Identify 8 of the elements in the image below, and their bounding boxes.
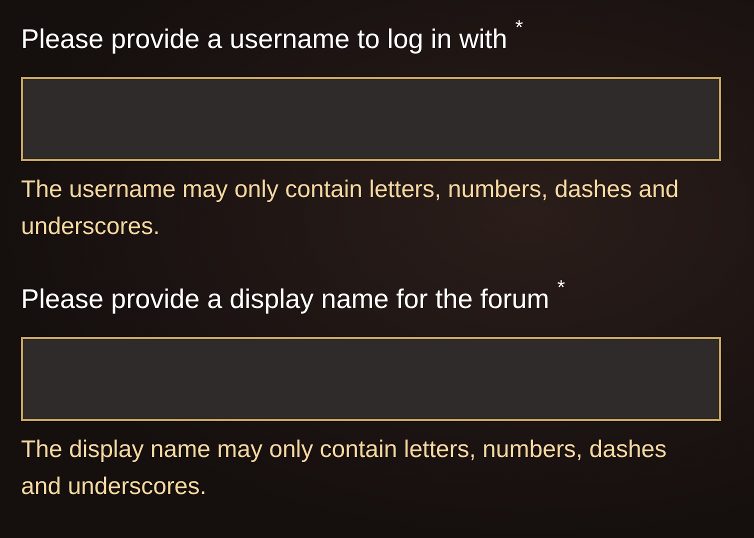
field-hint: The username may only contain letters, numbers, dashes and underscores.	[21, 175, 680, 242]
required-mark: *	[515, 18, 524, 38]
input-field[interactable]	[21, 77, 721, 161]
field-hint: The display name may only contain letters, numbers, dashes and underscores.	[21, 435, 668, 502]
field-label: Please provide a username to log in with	[21, 23, 508, 56]
field-label: Please provide a display name for the forum	[21, 283, 550, 316]
input-field[interactable]	[21, 337, 721, 421]
required-mark: *	[557, 278, 566, 298]
